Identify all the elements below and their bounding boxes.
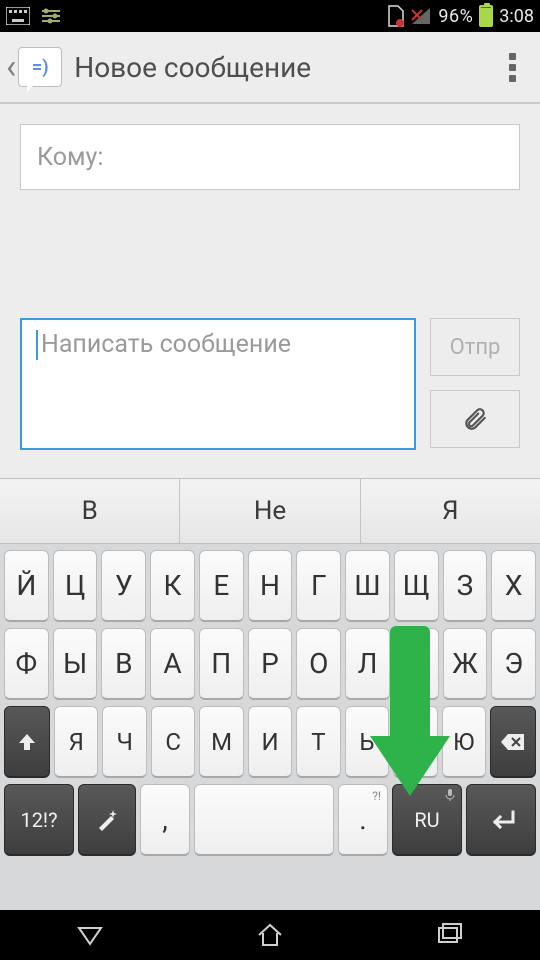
keyboard: ЙЦУКЕНГШЩЗХ ФЫВАПРОЛДЖЭ ЯЧСМИТЬБЮ 12!? ,… [0, 544, 540, 910]
key-letter[interactable]: И [248, 706, 292, 778]
battery-percent: 96% [438, 6, 473, 27]
suggestion-bar: В Не Я [0, 478, 540, 544]
key-letter[interactable]: А [150, 628, 195, 700]
nav-recent-button[interactable] [433, 918, 467, 952]
key-letter[interactable]: Щ [394, 550, 439, 622]
key-letter[interactable]: Н [248, 550, 293, 622]
key-letter[interactable]: Р [248, 628, 293, 700]
key-period[interactable]: ?!. [338, 784, 388, 856]
key-letter[interactable]: Я [54, 706, 98, 778]
text-cursor [36, 330, 38, 360]
key-magic[interactable] [78, 784, 136, 856]
clock: 3:08 [499, 6, 534, 27]
key-letter[interactable]: Ф [4, 628, 49, 700]
status-bar: 96% 3:08 [0, 0, 540, 32]
key-language[interactable]: RU [392, 784, 462, 856]
key-letter[interactable]: К [150, 550, 195, 622]
settings-sliders-icon [40, 7, 62, 25]
message-placeholder: Написать сообщение [41, 330, 291, 359]
navigation-bar [0, 910, 540, 960]
key-letter[interactable]: Ы [53, 628, 98, 700]
key-letter[interactable]: У [101, 550, 146, 622]
magic-wand-icon [95, 808, 119, 832]
key-backspace[interactable] [490, 706, 536, 778]
key-letter[interactable]: Т [296, 706, 340, 778]
key-enter[interactable] [466, 784, 536, 856]
key-letter[interactable]: В [101, 628, 146, 700]
to-field[interactable]: Кому: [20, 124, 520, 190]
key-letter[interactable]: Э [491, 628, 536, 700]
app-icon[interactable]: =) [18, 47, 62, 87]
key-letter[interactable]: С [151, 706, 195, 778]
back-button[interactable]: ‹ [6, 47, 16, 87]
suggestion-item[interactable]: В [0, 479, 180, 543]
key-letter[interactable]: О [296, 628, 341, 700]
suggestion-item[interactable]: Я [361, 479, 540, 543]
key-letter[interactable]: Х [491, 550, 536, 622]
key-letter[interactable]: Д [394, 628, 439, 700]
paperclip-icon [462, 406, 488, 432]
key-letter[interactable]: Ц [53, 550, 98, 622]
battery-icon [479, 5, 493, 27]
shift-icon [16, 731, 38, 753]
key-shift[interactable] [4, 706, 50, 778]
to-label: Кому: [37, 143, 103, 172]
key-letter[interactable]: Ч [102, 706, 146, 778]
key-letter[interactable]: Ь [345, 706, 389, 778]
key-symbols[interactable]: 12!? [4, 784, 74, 856]
send-button[interactable]: Отпр [430, 318, 520, 376]
key-letter[interactable]: Ю [442, 706, 486, 778]
key-letter[interactable]: Е [199, 550, 244, 622]
page-title: Новое сообщение [74, 51, 490, 84]
overflow-menu-button[interactable] [490, 49, 534, 86]
message-input[interactable]: Написать сообщение [20, 318, 416, 450]
mic-icon [445, 789, 455, 801]
attach-button[interactable] [430, 390, 520, 448]
key-letter[interactable]: Б [393, 706, 437, 778]
keyboard-icon [6, 7, 30, 25]
nav-home-button[interactable] [253, 918, 287, 952]
key-comma[interactable]: , [140, 784, 190, 856]
key-letter[interactable]: З [443, 550, 488, 622]
key-letter[interactable]: Ж [443, 628, 488, 700]
key-letter[interactable]: Ш [345, 550, 390, 622]
key-letter[interactable]: М [199, 706, 243, 778]
key-space[interactable] [194, 784, 334, 856]
suggestion-item[interactable]: Не [180, 479, 360, 543]
key-letter[interactable]: Л [345, 628, 390, 700]
no-signal-icon [410, 6, 432, 26]
action-bar: ‹ =) Новое сообщение [0, 32, 540, 104]
nav-back-button[interactable] [73, 918, 107, 952]
backspace-icon [500, 732, 526, 752]
sim-error-icon [386, 5, 404, 27]
key-letter[interactable]: П [199, 628, 244, 700]
key-letter[interactable]: Г [296, 550, 341, 622]
key-letter[interactable]: Й [4, 550, 49, 622]
enter-icon [485, 808, 517, 832]
